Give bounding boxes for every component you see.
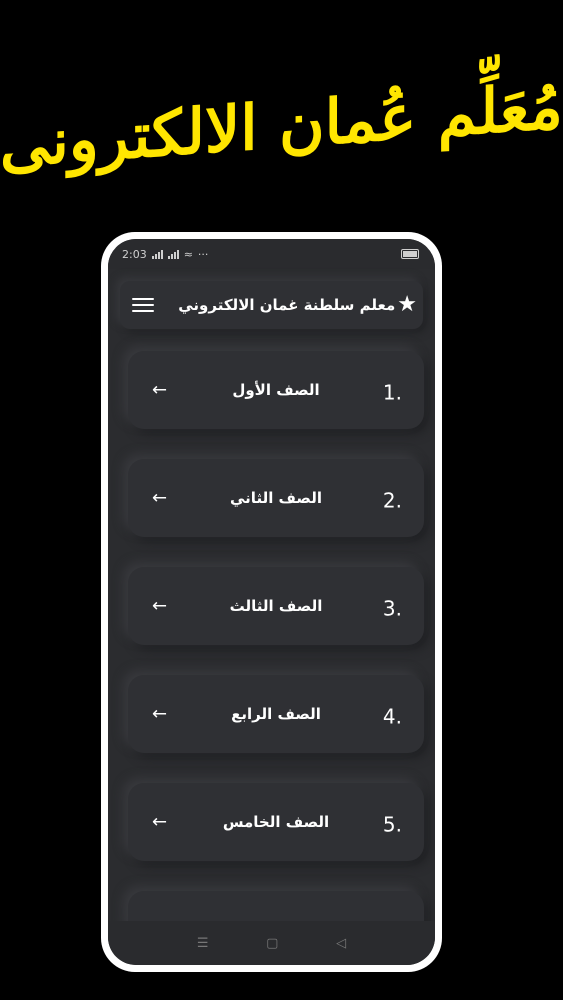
phone-screen: 2:03 ≈ ··· ★ معلم سلطنة غمان الالكتروني … (108, 239, 435, 965)
nav-back-icon[interactable]: ◁ (336, 936, 346, 951)
grade-label: الصف الثالث (229, 597, 323, 615)
grade-label: الصف الرابع (231, 705, 321, 723)
arrow-left-icon: ← (152, 703, 168, 725)
status-left: 2:03 ≈ ··· (122, 248, 208, 261)
app-title: معلم سلطنة غمان الالكتروني (178, 296, 396, 314)
grade-item-5[interactable]: 5. الصف الخامس ← (128, 783, 424, 861)
star-icon[interactable]: ★ (397, 294, 417, 316)
app-bar: ★ معلم سلطنة غمان الالكتروني (120, 281, 423, 329)
status-time: 2:03 (122, 247, 147, 261)
status-bar: 2:03 ≈ ··· (108, 239, 435, 269)
arrow-left-icon: ← (152, 487, 168, 509)
app-title-wrap: ★ معلم سلطنة غمان الالكتروني (178, 294, 417, 316)
grade-item-2[interactable]: 2. الصف الثاني ← (128, 459, 424, 537)
grade-item-1[interactable]: 1. الصف الأول ← (128, 351, 424, 429)
nav-home-icon[interactable]: ▢ (266, 936, 278, 951)
hero-title: مُعَلِّم عُمان الالكترونى (0, 68, 563, 182)
grade-item-3[interactable]: 3. الصف الثالث ← (128, 567, 424, 645)
arrow-left-icon: ← (152, 379, 168, 401)
hero-banner: مُعَلِّم عُمان الالكترونى (0, 40, 563, 210)
grade-label: الصف الثاني (230, 489, 322, 507)
arrow-left-icon: ← (152, 811, 168, 833)
signal-icon (151, 249, 163, 259)
signal-icon-2 (167, 249, 179, 259)
arrow-left-icon: ← (152, 595, 168, 617)
grade-item-4[interactable]: 4. الصف الرابع ← (128, 675, 424, 753)
phone-frame: 2:03 ≈ ··· ★ معلم سلطنة غمان الالكتروني … (101, 232, 442, 972)
battery-icon (401, 249, 419, 259)
grade-label: الصف الأول (232, 381, 320, 399)
status-extra: ··· (197, 247, 209, 261)
wifi-icon: ≈ (183, 247, 193, 261)
hamburger-menu-icon[interactable] (132, 296, 154, 314)
system-nav-bar: ☰ ▢ ◁ (108, 921, 435, 965)
nav-menu-icon[interactable]: ☰ (197, 936, 209, 951)
grade-label: الصف الخامس (222, 813, 330, 831)
